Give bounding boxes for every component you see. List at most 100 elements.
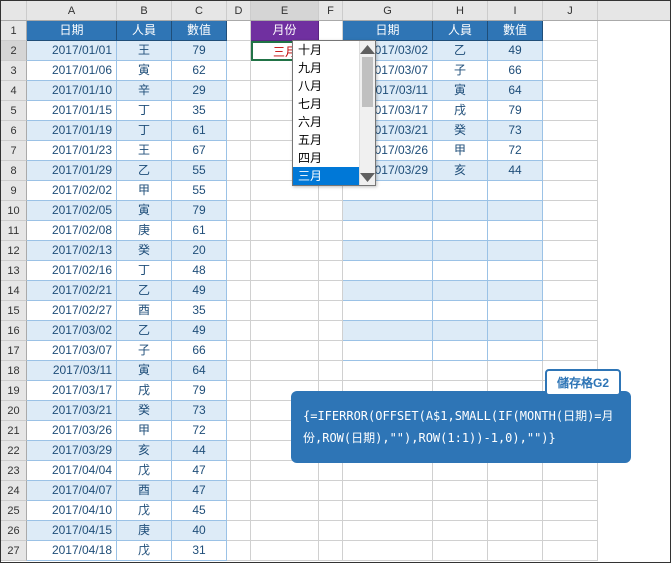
- col-header-G[interactable]: G: [343, 1, 433, 20]
- cell-A8[interactable]: 2017/01/29: [27, 161, 117, 181]
- cell-B6[interactable]: 丁: [117, 121, 172, 141]
- cell-H9[interactable]: [433, 181, 488, 201]
- cell-F27[interactable]: [319, 541, 343, 561]
- cell-D14[interactable]: [227, 281, 251, 301]
- cell-D2[interactable]: [227, 41, 251, 61]
- cell-D19[interactable]: [227, 381, 251, 401]
- cell-G18[interactable]: [343, 361, 433, 381]
- cell-J7[interactable]: [543, 141, 598, 161]
- row-header-11[interactable]: 11: [1, 221, 27, 241]
- cell-C13[interactable]: 48: [172, 261, 227, 281]
- cell-D17[interactable]: [227, 341, 251, 361]
- cell-B12[interactable]: 癸: [117, 241, 172, 261]
- cell-F10[interactable]: [319, 201, 343, 221]
- row-header-20[interactable]: 20: [1, 401, 27, 421]
- row-header-13[interactable]: 13: [1, 261, 27, 281]
- cell-J13[interactable]: [543, 261, 598, 281]
- cell-C24[interactable]: 47: [172, 481, 227, 501]
- cell-E18[interactable]: [251, 361, 319, 381]
- cell-C1[interactable]: 數值: [172, 21, 227, 41]
- cell-C7[interactable]: 67: [172, 141, 227, 161]
- row-header-25[interactable]: 25: [1, 501, 27, 521]
- cell-I11[interactable]: [488, 221, 543, 241]
- cell-J4[interactable]: [543, 81, 598, 101]
- cell-F18[interactable]: [319, 361, 343, 381]
- cell-I23[interactable]: [488, 461, 543, 481]
- cell-B11[interactable]: 庚: [117, 221, 172, 241]
- cell-G10[interactable]: [343, 201, 433, 221]
- cell-C8[interactable]: 55: [172, 161, 227, 181]
- cell-G23[interactable]: [343, 461, 433, 481]
- cell-F13[interactable]: [319, 261, 343, 281]
- row-header-8[interactable]: 8: [1, 161, 27, 181]
- cell-E13[interactable]: [251, 261, 319, 281]
- cell-H10[interactable]: [433, 201, 488, 221]
- cell-J2[interactable]: [543, 41, 598, 61]
- col-header-B[interactable]: B: [117, 1, 172, 20]
- cell-B7[interactable]: 王: [117, 141, 172, 161]
- cell-C6[interactable]: 61: [172, 121, 227, 141]
- row-header-22[interactable]: 22: [1, 441, 27, 461]
- cell-D12[interactable]: [227, 241, 251, 261]
- row-header-18[interactable]: 18: [1, 361, 27, 381]
- cell-I5[interactable]: 79: [488, 101, 543, 121]
- cell-J12[interactable]: [543, 241, 598, 261]
- cell-I16[interactable]: [488, 321, 543, 341]
- cell-D25[interactable]: [227, 501, 251, 521]
- cell-C3[interactable]: 62: [172, 61, 227, 81]
- cell-A10[interactable]: 2017/02/05: [27, 201, 117, 221]
- cell-F16[interactable]: [319, 321, 343, 341]
- cell-E25[interactable]: [251, 501, 319, 521]
- row-header-19[interactable]: 19: [1, 381, 27, 401]
- cell-H17[interactable]: [433, 341, 488, 361]
- cell-D8[interactable]: [227, 161, 251, 181]
- cell-C17[interactable]: 66: [172, 341, 227, 361]
- cell-C23[interactable]: 47: [172, 461, 227, 481]
- cell-A4[interactable]: 2017/01/10: [27, 81, 117, 101]
- cell-A9[interactable]: 2017/02/02: [27, 181, 117, 201]
- cell-G26[interactable]: [343, 521, 433, 541]
- col-header-I[interactable]: I: [488, 1, 543, 20]
- cell-B25[interactable]: 戊: [117, 501, 172, 521]
- cell-C2[interactable]: 79: [172, 41, 227, 61]
- cell-B9[interactable]: 甲: [117, 181, 172, 201]
- cell-B22[interactable]: 亥: [117, 441, 172, 461]
- cell-D26[interactable]: [227, 521, 251, 541]
- cell-H26[interactable]: [433, 521, 488, 541]
- cell-C25[interactable]: 45: [172, 501, 227, 521]
- cell-C20[interactable]: 73: [172, 401, 227, 421]
- scroll-thumb[interactable]: [362, 57, 373, 107]
- cell-J6[interactable]: [543, 121, 598, 141]
- cell-A24[interactable]: 2017/04/07: [27, 481, 117, 501]
- cell-A23[interactable]: 2017/04/04: [27, 461, 117, 481]
- cell-F12[interactable]: [319, 241, 343, 261]
- row-header-15[interactable]: 15: [1, 301, 27, 321]
- cell-J14[interactable]: [543, 281, 598, 301]
- cell-B3[interactable]: 寅: [117, 61, 172, 81]
- cell-A27[interactable]: 2017/04/18: [27, 541, 117, 561]
- cell-H12[interactable]: [433, 241, 488, 261]
- scroll-up-icon[interactable]: [360, 41, 375, 57]
- cell-E26[interactable]: [251, 521, 319, 541]
- cell-J23[interactable]: [543, 461, 598, 481]
- cell-D7[interactable]: [227, 141, 251, 161]
- cell-J15[interactable]: [543, 301, 598, 321]
- row-header-26[interactable]: 26: [1, 521, 27, 541]
- col-header-J[interactable]: J: [543, 1, 598, 20]
- cell-H11[interactable]: [433, 221, 488, 241]
- row-header-23[interactable]: 23: [1, 461, 27, 481]
- cell-E12[interactable]: [251, 241, 319, 261]
- cell-A7[interactable]: 2017/01/23: [27, 141, 117, 161]
- cell-B10[interactable]: 寅: [117, 201, 172, 221]
- cell-H25[interactable]: [433, 501, 488, 521]
- cell-A6[interactable]: 2017/01/19: [27, 121, 117, 141]
- cell-H27[interactable]: [433, 541, 488, 561]
- cell-J11[interactable]: [543, 221, 598, 241]
- cell-C18[interactable]: 64: [172, 361, 227, 381]
- cell-E27[interactable]: [251, 541, 319, 561]
- row-header-1[interactable]: 1: [1, 21, 27, 41]
- cell-C14[interactable]: 49: [172, 281, 227, 301]
- cell-C27[interactable]: 31: [172, 541, 227, 561]
- cell-I3[interactable]: 66: [488, 61, 543, 81]
- dropdown-list[interactable]: 十月九月八月七月六月五月四月三月: [292, 40, 376, 186]
